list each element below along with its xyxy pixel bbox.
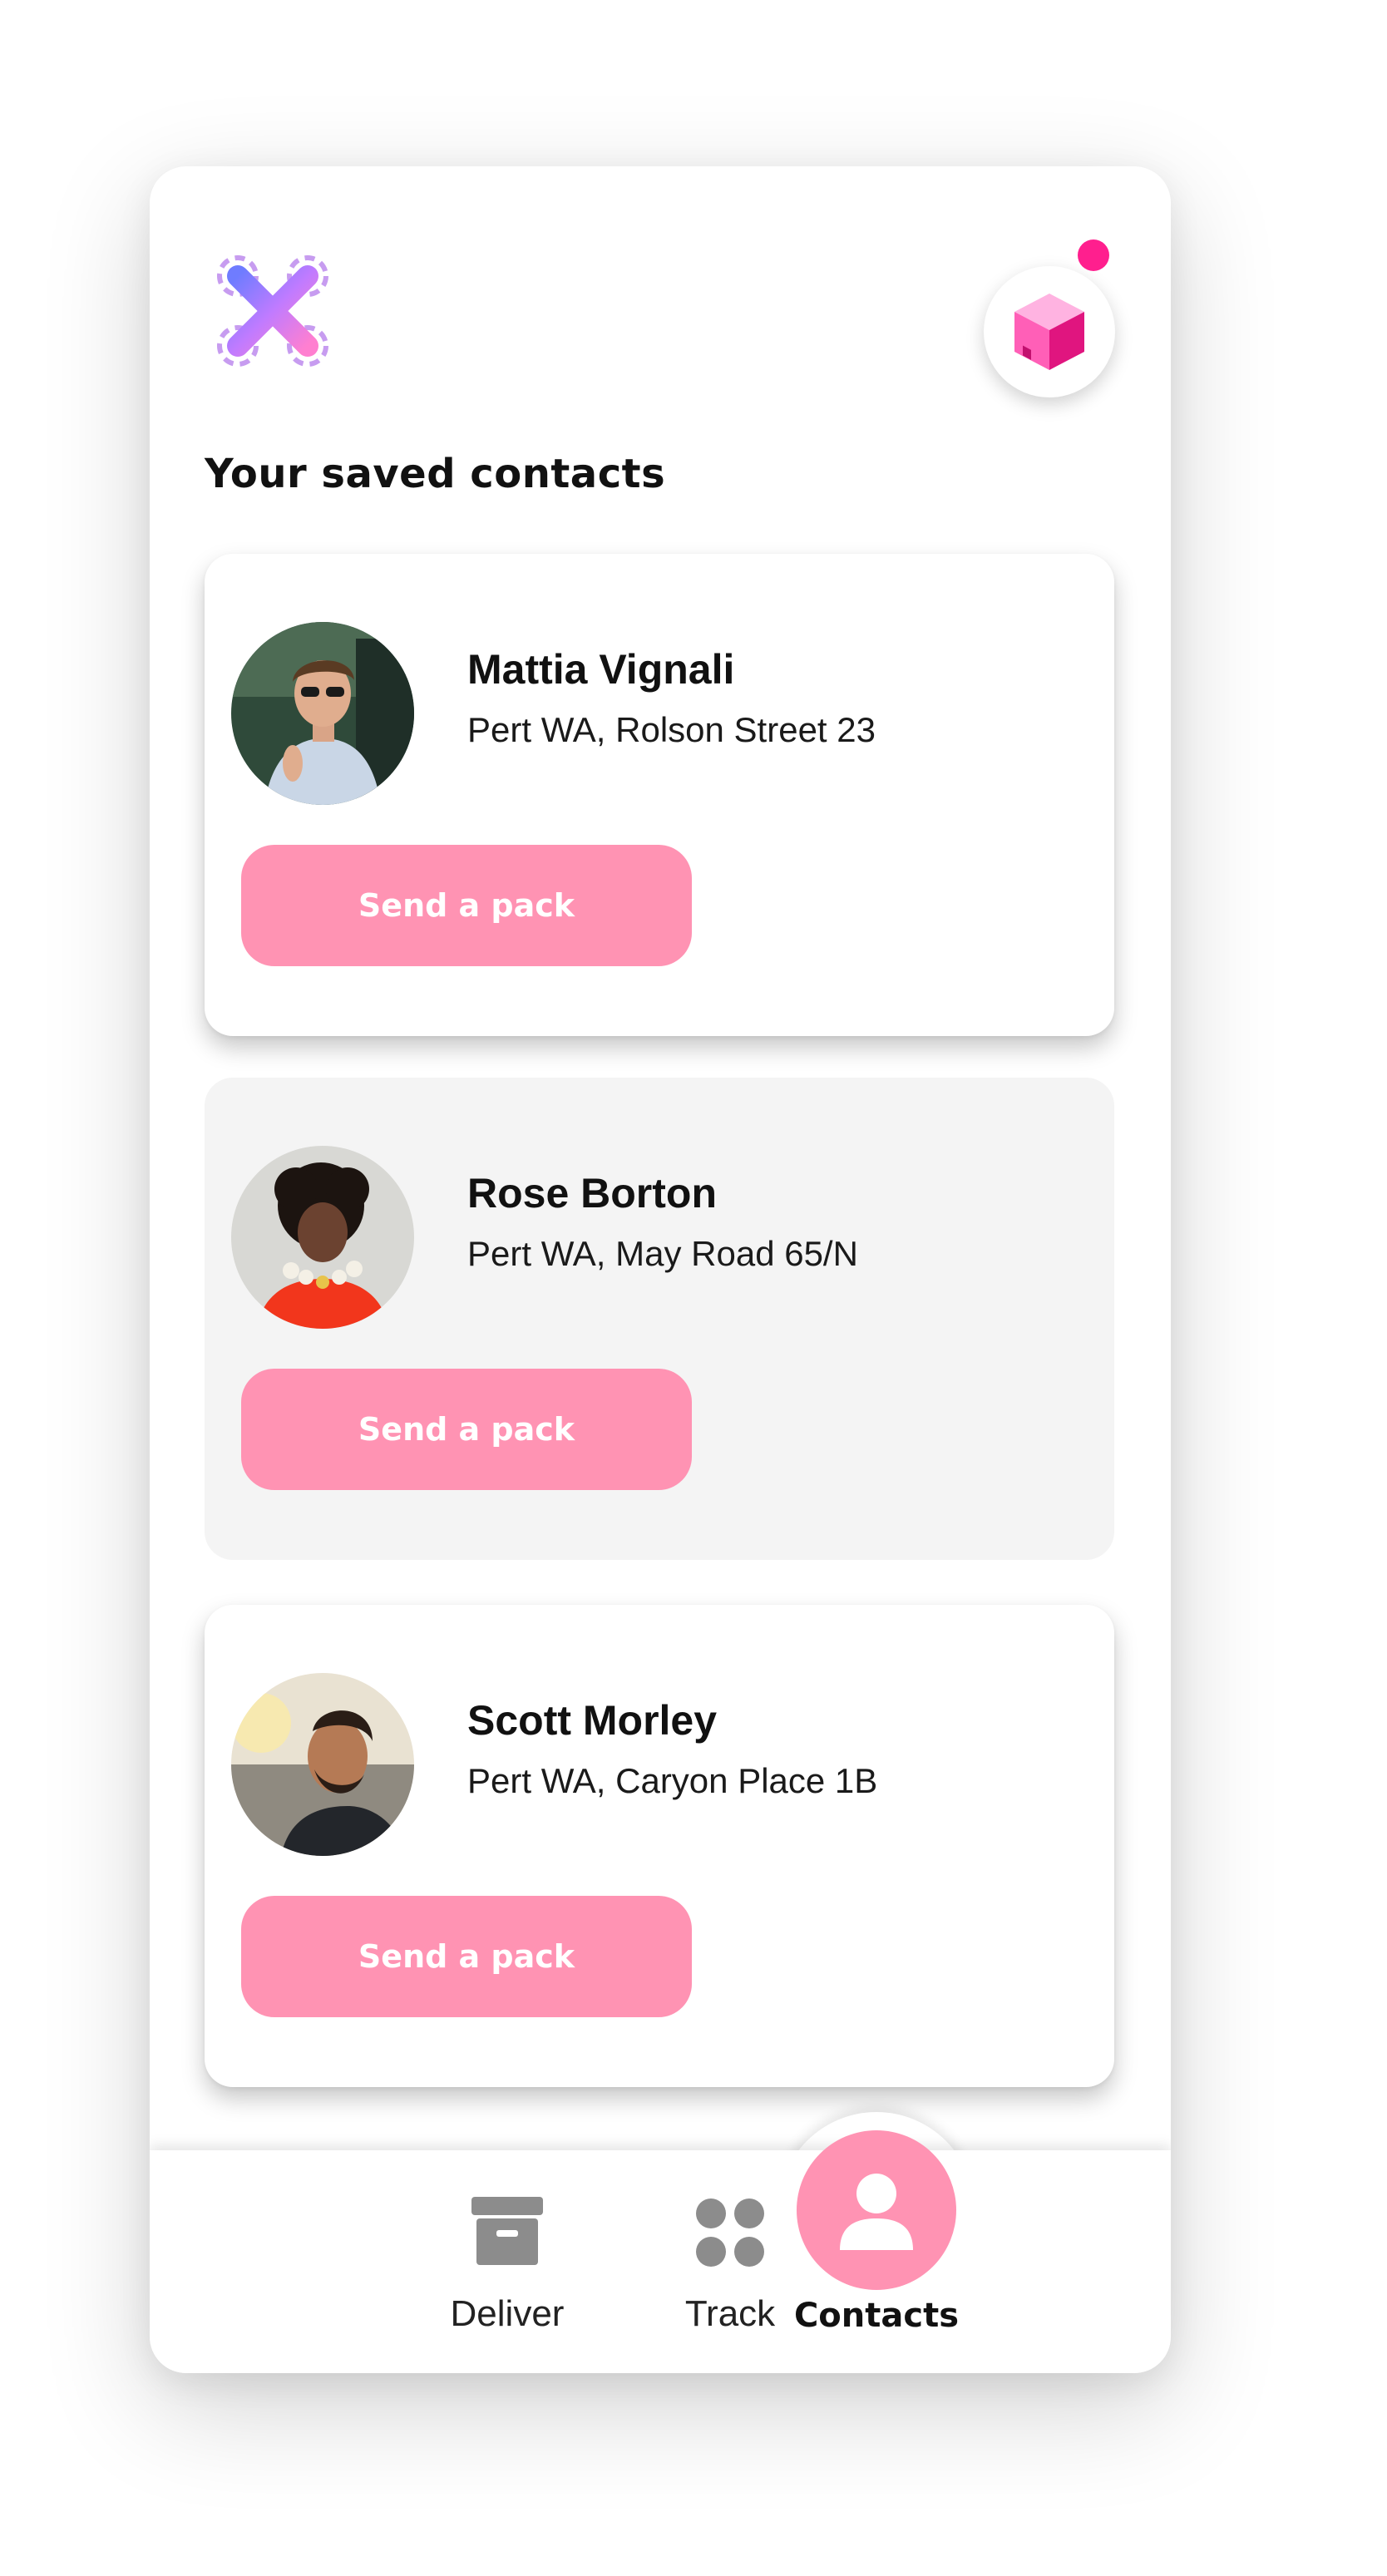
nav-item-contacts[interactable]: Contacts — [793, 2195, 960, 2361]
nav-label: Contacts — [793, 2297, 960, 2335]
package-button[interactable] — [984, 266, 1115, 397]
contact-name: Scott Morley — [467, 1697, 718, 1744]
send-pack-button[interactable]: Send a pack — [241, 1369, 692, 1490]
package-cube-icon — [1014, 294, 1084, 370]
notification-dot — [1078, 239, 1109, 271]
nav-item-deliver[interactable]: Deliver — [424, 2195, 590, 2361]
contact-address: Pert WA, May Road 65/N — [467, 1234, 858, 1273]
app-screen: Your saved contacts Mattia Vignali Pert … — [150, 166, 1171, 2373]
contact-card: Rose Borton Pert WA, May Road 65/N Send … — [205, 1078, 1114, 1560]
drone-logo-icon[interactable] — [215, 253, 331, 369]
contact-name: Rose Borton — [467, 1170, 717, 1216]
avatar — [231, 1673, 414, 1856]
avatar — [231, 1146, 414, 1329]
nav-label: Deliver — [450, 2293, 565, 2334]
nav-item-track[interactable]: Track — [647, 2195, 813, 2361]
contact-name: Mattia Vignali — [467, 646, 735, 693]
contact-address: Pert WA, Rolson Street 23 — [467, 710, 876, 749]
four-dots-grid-icon — [696, 2198, 764, 2267]
nav-label: Track — [684, 2293, 776, 2334]
archive-box-icon — [471, 2197, 543, 2265]
contact-card: Mattia Vignali Pert WA, Rolson Street 23… — [205, 554, 1114, 1036]
avatar — [231, 622, 414, 805]
send-pack-button[interactable]: Send a pack — [241, 1896, 692, 2017]
contact-address: Pert WA, Caryon Place 1B — [467, 1761, 878, 1800]
contact-card: Scott Morley Pert WA, Caryon Place 1B Se… — [205, 1605, 1114, 2087]
page-title: Your saved contacts — [205, 451, 666, 497]
send-pack-button[interactable]: Send a pack — [241, 845, 692, 966]
